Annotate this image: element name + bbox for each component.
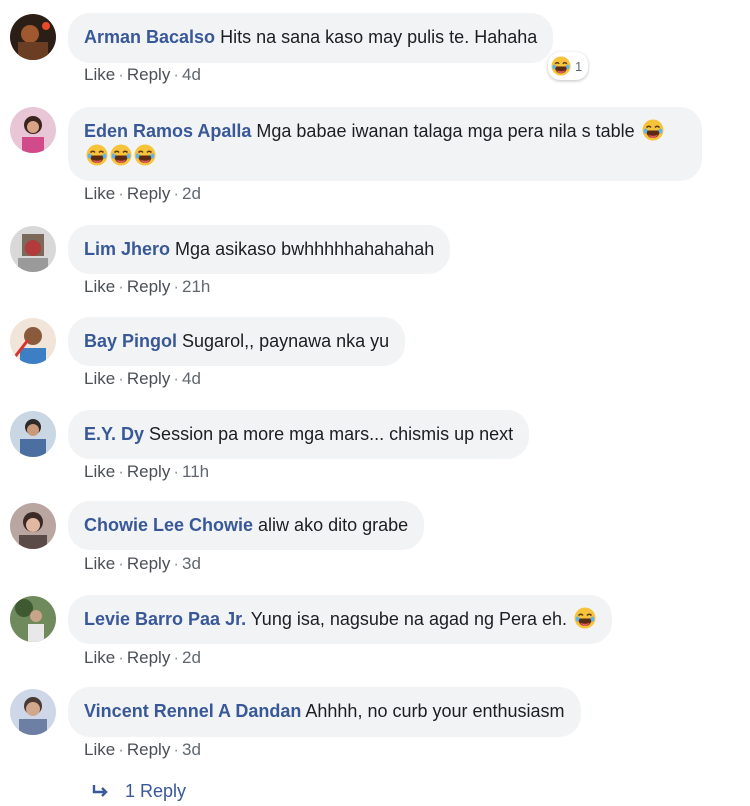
reply-link[interactable]: Reply — [127, 65, 170, 84]
avatar-photo — [10, 107, 56, 153]
like-link[interactable]: Like — [84, 369, 115, 388]
comment-bubble: Eden Ramos Apalla Mga babae iwanan talag… — [68, 107, 702, 181]
comment-bubble: Bay Pingol Sugarol,, paynawa nka yu — [68, 317, 406, 366]
laughing-emoji-icon — [134, 144, 156, 166]
comment-time[interactable]: 21h — [182, 277, 210, 296]
avatar[interactable] — [10, 596, 56, 642]
comment-time[interactable]: 3d — [182, 554, 201, 573]
avatar-photo — [10, 14, 56, 60]
like-link[interactable]: Like — [84, 184, 115, 203]
comment-bubble: Chowie Lee Chowie aliw ako dito grabe — [68, 501, 425, 550]
avatar-photo — [10, 411, 56, 457]
like-link[interactable]: Like — [84, 462, 115, 481]
comment-time[interactable]: 2d — [182, 184, 201, 203]
comment-author[interactable]: Lim Jhero — [84, 239, 170, 259]
comment-text: aliw ako dito grabe — [258, 515, 409, 535]
like-link[interactable]: Like — [84, 554, 115, 573]
avatar[interactable] — [10, 226, 56, 272]
reply-link[interactable]: Reply — [127, 462, 170, 481]
comment-actions: Like · Reply · 4d — [84, 369, 201, 388]
comment-author[interactable]: Chowie Lee Chowie — [84, 515, 253, 535]
avatar[interactable] — [10, 503, 56, 549]
like-link[interactable]: Like — [84, 277, 115, 296]
laughing-emoji-icon — [642, 119, 664, 141]
reply-link[interactable]: Reply — [127, 184, 170, 203]
comment-time[interactable]: 2d — [182, 648, 201, 667]
avatar[interactable] — [10, 318, 56, 364]
comment-bubble: Vincent Rennel A Dandan Ahhhh, no curb y… — [68, 687, 581, 737]
laughing-emoji-icon — [551, 56, 571, 76]
comment-author[interactable]: Bay Pingol — [84, 331, 177, 351]
reaction-count: 1 — [575, 58, 583, 74]
comment-text: Session pa more mga mars... chismis up n… — [149, 424, 514, 444]
comment-text: Mga asikaso bwhhhhhahahahah — [175, 239, 435, 259]
avatar-photo — [10, 318, 56, 364]
comment-bubble: Arman Bacalso Hits na sana kaso may puli… — [68, 13, 554, 63]
view-replies-label[interactable]: 1 Reply — [125, 781, 186, 801]
comment-actions: Like · Reply · 4d — [84, 65, 201, 84]
comment-bubble: E.Y. Dy Session pa more mga mars... chis… — [68, 410, 530, 459]
comment-actions: Like · Reply · 11h — [84, 462, 210, 481]
comment-actions: Like · Reply · 3d — [84, 554, 201, 573]
like-link[interactable]: Like — [84, 65, 115, 84]
comment-text: Mga babae iwanan talaga mga pera nila s … — [256, 121, 635, 141]
like-link[interactable]: Like — [84, 648, 115, 667]
laughing-emoji-icon — [110, 144, 132, 166]
comment-time[interactable]: 11h — [182, 462, 209, 481]
reply-arrow-icon — [92, 781, 115, 801]
comment-time[interactable]: 4d — [182, 65, 201, 84]
comment-author[interactable]: E.Y. Dy — [84, 424, 144, 444]
avatar-photo — [10, 689, 56, 735]
view-replies-link[interactable]: 1 Reply — [92, 781, 186, 802]
avatar[interactable] — [10, 411, 56, 457]
comment-text: Sugarol,, paynawa nka yu — [182, 331, 390, 351]
laughing-emoji-icon — [574, 607, 596, 629]
like-link[interactable]: Like — [84, 740, 115, 759]
reaction-summary[interactable]: 1 — [548, 52, 589, 80]
avatar-photo — [10, 226, 56, 272]
reply-link[interactable]: Reply — [127, 740, 170, 759]
comment-author[interactable]: Levie Barro Paa Jr. — [84, 609, 246, 629]
comment-author[interactable]: Vincent Rennel A Dandan — [84, 701, 301, 721]
reply-link[interactable]: Reply — [127, 369, 170, 388]
avatar-photo — [10, 596, 56, 642]
comment-actions: Like · Reply · 2d — [84, 184, 201, 203]
reply-link[interactable]: Reply — [127, 554, 170, 573]
comment-text: Hits na sana kaso may pulis te. Hahaha — [220, 27, 538, 47]
comment-time[interactable]: 3d — [182, 740, 201, 759]
avatar[interactable] — [10, 689, 56, 735]
comment-bubble: Lim Jhero Mga asikaso bwhhhhhahahahah — [68, 225, 451, 274]
comment-time[interactable]: 4d — [182, 369, 201, 388]
comment-text: Ahhhh, no curb your enthusiasm — [305, 701, 565, 721]
avatar[interactable] — [10, 14, 56, 60]
comment-text: Yung isa, nagsube na agad ng Pera eh. — [250, 609, 568, 629]
reply-link[interactable]: Reply — [127, 648, 170, 667]
avatar-photo — [10, 503, 56, 549]
comment-author[interactable]: Arman Bacalso — [84, 27, 215, 47]
comment-actions: Like · Reply · 2d — [84, 648, 201, 667]
laughing-emoji-icon — [86, 144, 108, 166]
comment-actions: Like · Reply · 3d — [84, 740, 201, 759]
comment-bubble: Levie Barro Paa Jr. Yung isa, nagsube na… — [68, 595, 613, 644]
avatar[interactable] — [10, 107, 56, 153]
comment-actions: Like · Reply · 21h — [84, 277, 211, 296]
comment-author[interactable]: Eden Ramos Apalla — [84, 121, 251, 141]
reply-link[interactable]: Reply — [127, 277, 170, 296]
